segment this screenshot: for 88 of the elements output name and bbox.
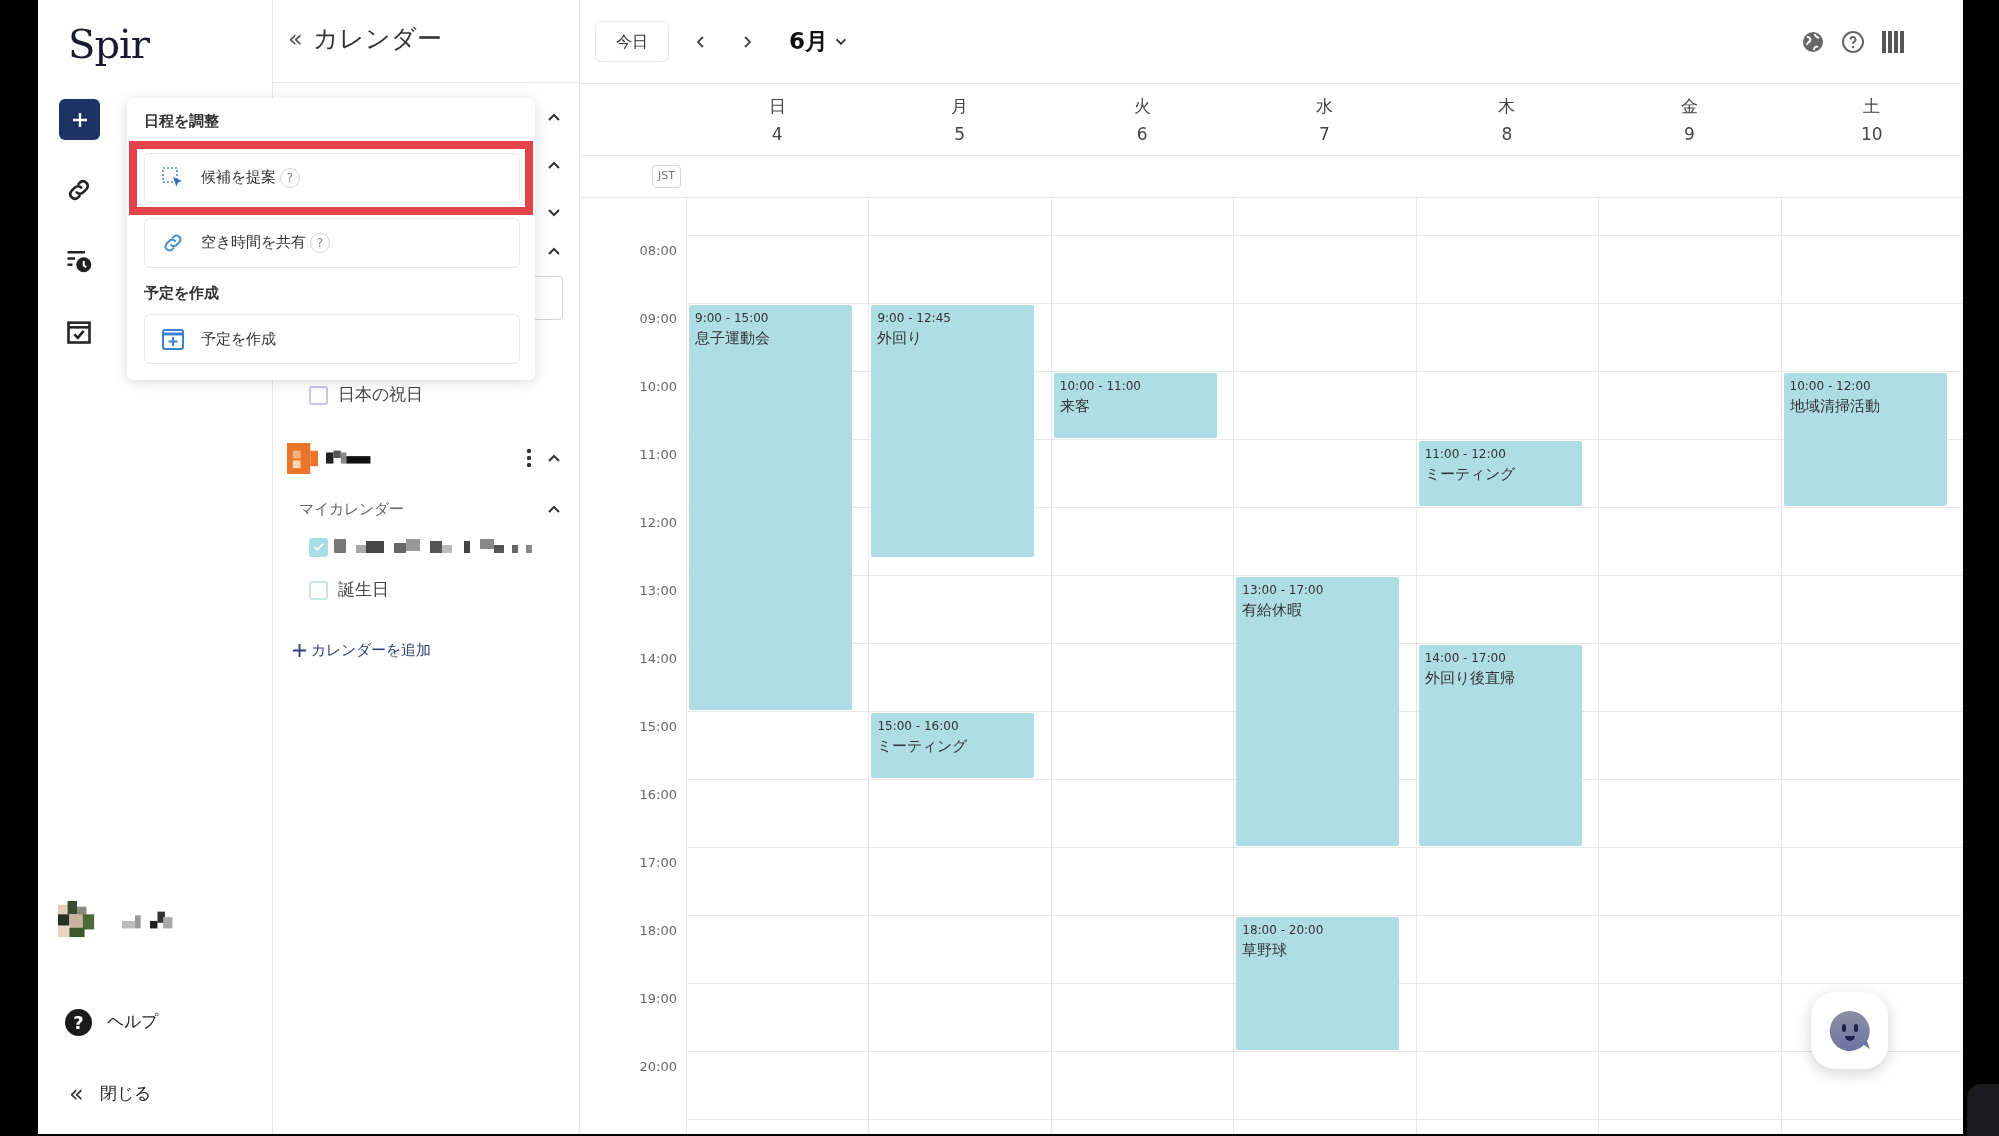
help-link[interactable]: ヘルプ <box>107 1009 158 1035</box>
collapse-icon[interactable]: « <box>69 1076 96 1112</box>
event-block[interactable]: 15:00 - 16:00 ミーティング <box>871 713 1035 778</box>
event-block[interactable]: 9:00 - 15:00 息子運動会 <box>689 305 852 710</box>
chat-button[interactable] <box>1811 992 1888 1069</box>
date-label: 8 <box>1501 122 1513 146</box>
checkbox[interactable] <box>309 580 328 600</box>
collapse-icon[interactable]: « <box>288 21 303 57</box>
close-link[interactable]: 閉じる <box>100 1081 151 1107</box>
time-label: 12:00 <box>639 514 677 531</box>
weekday-label: 水 <box>1315 94 1333 118</box>
calendar-check-icon[interactable] <box>65 318 93 346</box>
time-label: 20:00 <box>639 1058 677 1075</box>
time-label: 15:00 <box>639 718 677 735</box>
add-calendar-link[interactable]: カレンダーを追加 <box>292 638 431 662</box>
calendar-name: 日本の祝日 <box>338 383 423 407</box>
help-icon[interactable] <box>1841 29 1865 54</box>
calendar-name: 誕生日 <box>338 578 389 602</box>
event-time: 18:00 - 20:00 <box>1242 923 1325 938</box>
weekday-label: 金 <box>1680 94 1698 118</box>
menu-item[interactable]: 空き時間を共有 ? <box>144 217 520 268</box>
event-block[interactable]: 10:00 - 11:00 来客 <box>1053 373 1217 438</box>
event-title: 来客 <box>1059 397 1091 415</box>
more-icon[interactable] <box>526 448 532 468</box>
event-title: ミーティング <box>877 737 969 755</box>
help-icon[interactable]: ? <box>65 1008 92 1036</box>
date-label: 4 <box>771 122 783 146</box>
time-label: 14:00 <box>639 650 677 667</box>
panel-title: カレンダー <box>312 23 442 56</box>
time-label: 13:00 <box>639 582 677 599</box>
event-block[interactable]: 11:00 - 12:00 ミーティング <box>1418 441 1582 506</box>
event-title: 地域清掃活動 <box>1789 397 1881 415</box>
section-title: 日程を調整 <box>144 111 220 132</box>
time-label: 18:00 <box>639 922 677 939</box>
plus-icon <box>292 642 307 658</box>
event-title: 有給休暇 <box>1242 601 1304 619</box>
month-selector[interactable]: 6月 <box>789 24 848 59</box>
avatar <box>57 901 97 939</box>
calendar-plus-icon <box>161 327 185 351</box>
time-label: 10:00 <box>639 378 677 395</box>
week-view-icon[interactable] <box>1881 29 1907 54</box>
event-time: 14:00 - 17:00 <box>1424 651 1507 666</box>
event-time: 10:00 - 12:00 <box>1789 379 1872 394</box>
add-button[interactable] <box>59 99 100 140</box>
check-icon <box>311 540 326 554</box>
menu-item[interactable]: 予定を作成 <box>144 314 520 364</box>
event-time: 11:00 - 12:00 <box>1424 447 1507 462</box>
date-label: 5 <box>954 122 966 146</box>
date-label: 7 <box>1319 122 1330 146</box>
time-label: 08:00 <box>639 242 677 259</box>
logo: Spir <box>67 20 151 69</box>
event-title: 息子運動会 <box>695 329 771 347</box>
event-title: 外回り <box>877 329 924 347</box>
time-label: 11:00 <box>639 446 677 463</box>
time-label: 09:00 <box>639 310 677 327</box>
weekday-label: 日 <box>768 94 786 118</box>
weekday-label: 月 <box>951 94 969 118</box>
event-block[interactable]: 9:00 - 12:45 外回り <box>871 305 1035 557</box>
time-label: 16:00 <box>639 786 677 803</box>
account-icon <box>287 442 318 474</box>
date-label: 10 <box>1860 122 1883 146</box>
time-label: 19:00 <box>639 990 677 1007</box>
event-time: 15:00 - 16:00 <box>877 719 960 734</box>
checkbox[interactable] <box>309 537 328 557</box>
globe-icon[interactable] <box>1801 29 1825 54</box>
event-block[interactable]: 18:00 - 20:00 草野球 <box>1236 917 1400 1050</box>
event-title: ミーティング <box>1424 465 1516 483</box>
event-time: 13:00 - 17:00 <box>1242 583 1325 598</box>
weekday-label: 木 <box>1498 94 1516 118</box>
today-button[interactable]: 今日 <box>595 21 669 62</box>
weekday-label: 土 <box>1863 94 1881 118</box>
event-title: 外回り後直帰 <box>1424 669 1516 687</box>
event-block[interactable]: 14:00 - 17:00 外回り後直帰 <box>1418 645 1582 846</box>
event-time: 9:00 - 15:00 <box>695 311 770 326</box>
section-title: 予定を作成 <box>144 282 220 304</box>
event-time: 9:00 - 12:45 <box>877 311 952 326</box>
weekday-label: 火 <box>1133 94 1151 118</box>
event-time: 10:00 - 11:00 <box>1059 379 1142 394</box>
date-label: 9 <box>1683 122 1695 146</box>
timezone-badge[interactable]: JST <box>652 165 681 188</box>
section-label: マイカレンダー <box>299 498 404 520</box>
event-title: 草野球 <box>1242 941 1289 959</box>
event-block[interactable]: 10:00 - 12:00 地域清掃活動 <box>1783 373 1947 506</box>
checkbox[interactable] <box>309 385 328 405</box>
date-label: 6 <box>1136 122 1148 146</box>
time-label: 17:00 <box>639 854 677 871</box>
menu-item[interactable]: 候補を提案 ? <box>144 152 520 203</box>
event-block[interactable]: 13:00 - 17:00 有給休暇 <box>1236 577 1400 846</box>
